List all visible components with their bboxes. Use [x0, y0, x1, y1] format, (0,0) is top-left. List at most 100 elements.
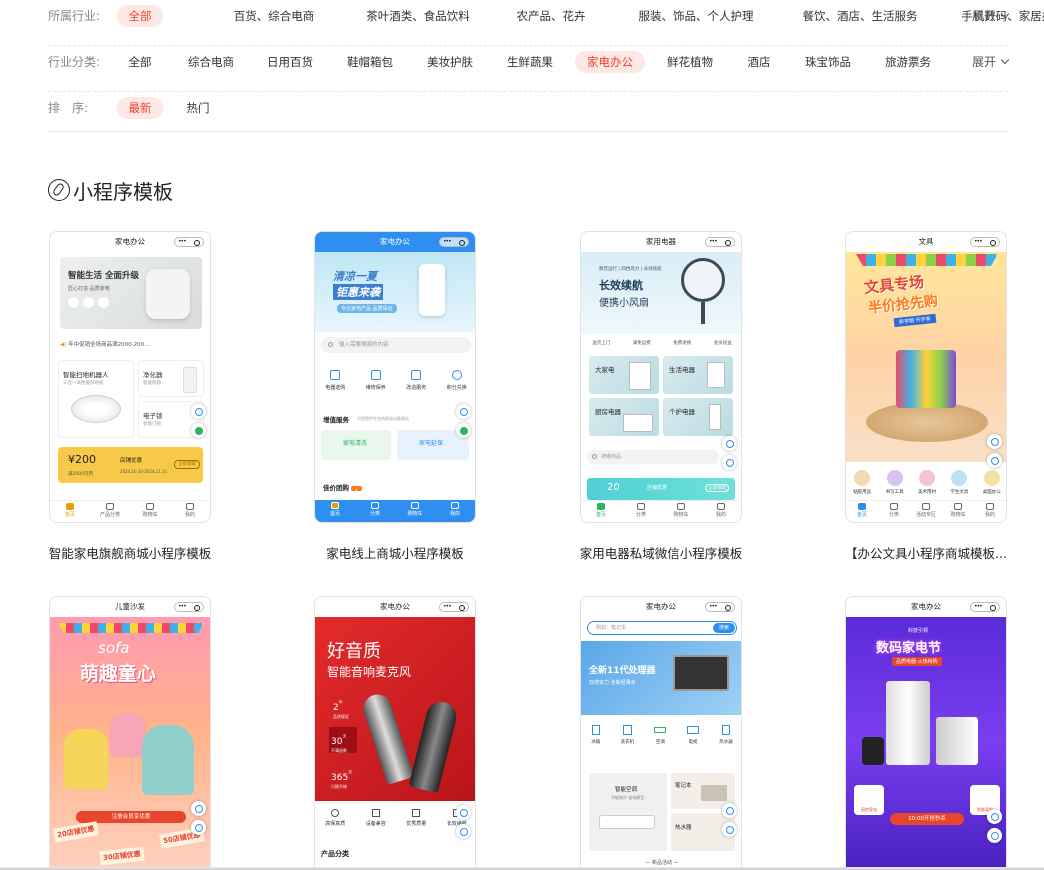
promo-item[interactable]: 厨房家电: [854, 785, 884, 815]
chat-icon[interactable]: [722, 455, 737, 470]
phone-icon[interactable]: [987, 809, 1002, 824]
wechat-icon[interactable]: [456, 423, 471, 438]
tab-cart[interactable]: 购物车: [942, 501, 974, 522]
template-card[interactable]: 家电办公 例如：笔记本 搜索 全新11代处理器 双倍实力 全新轻薄本 冰箱 洗衣…: [580, 596, 742, 870]
icon-item[interactable]: 冰箱: [591, 725, 600, 745]
coupon-tag[interactable]: 30店铺优惠: [99, 846, 145, 866]
filter-chip[interactable]: 综合电商: [176, 51, 246, 73]
search-input[interactable]: 例如：笔记本 搜索: [587, 621, 737, 635]
phone-icon[interactable]: [191, 404, 206, 419]
search-button[interactable]: 搜索: [713, 623, 735, 633]
tab-category[interactable]: 分类: [878, 501, 910, 522]
template-title[interactable]: 家电线上商城小程序模板: [326, 543, 464, 562]
template-preview[interactable]: 家电办公 例如：笔记本 搜索 全新11代处理器 双倍实力 全新轻薄本 冰箱 洗衣…: [580, 596, 742, 870]
filter-chip[interactable]: 鲜花植物: [655, 51, 725, 73]
chat-icon[interactable]: [456, 824, 471, 839]
filter-chip[interactable]: 茶叶酒类、食品饮料: [354, 5, 482, 27]
tab-mine[interactable]: 我的: [170, 501, 210, 522]
filter-chip[interactable]: 家电办公: [575, 51, 645, 73]
coupon-card[interactable]: ¥200 满2000可用 店铺优惠 2024.10.30-2024.11.31 …: [58, 447, 203, 483]
phone-icon[interactable]: [456, 404, 471, 419]
wechat-icon[interactable]: [191, 423, 206, 438]
chat-icon[interactable]: [987, 828, 1002, 843]
tab-mine[interactable]: 我的: [435, 500, 475, 522]
expand-button[interactable]: 展开: [972, 0, 1010, 32]
category-tile[interactable]: 个护电器: [663, 398, 733, 436]
filter-chip[interactable]: 美妆护肤: [415, 51, 485, 73]
filter-chip[interactable]: 珠宝饰品: [793, 51, 863, 73]
tab-home[interactable]: 首页: [846, 501, 878, 522]
icon-item[interactable]: 电器选购: [315, 370, 356, 391]
tab-category[interactable]: 分类: [621, 501, 661, 522]
template-preview[interactable]: 家电办公 智能生活 全面升级 匠心打造·品质家电 ◀) 年中促销全场商品满200…: [49, 231, 211, 523]
tab-category[interactable]: 分类: [355, 500, 395, 522]
tab-mine[interactable]: 我的: [974, 501, 1006, 522]
chat-icon[interactable]: [722, 822, 737, 837]
tab-category[interactable]: 产品分类: [90, 501, 130, 522]
template-card[interactable]: 家电办公 好音质 智能音响麦克风 2年品质保证 30天不满退款 365天只换不修…: [314, 596, 476, 870]
template-preview[interactable]: 家电办公 科技引领 数码家电节 品质电器·火热特购 厨房家电 10:00开抢秒杀…: [845, 596, 1007, 870]
template-card[interactable]: 家电办公 清凉一夏 钜惠来袭 专业家电产品 品质保证 输入需要搜索的内容 电器选…: [314, 231, 476, 561]
tab-activity[interactable]: 活动专区: [910, 501, 942, 522]
sort-chip-newest[interactable]: 最新: [116, 97, 164, 119]
template-preview[interactable]: 家电办公 清凉一夏 钜惠来袭 专业家电产品 品质保证 输入需要搜索的内容 电器选…: [314, 231, 476, 523]
service-card[interactable]: 家电清洗: [321, 430, 391, 460]
category-item[interactable]: 美术用材: [918, 470, 936, 495]
filter-chip[interactable]: 酒店: [736, 51, 783, 73]
filter-chip[interactable]: 全部: [117, 51, 164, 73]
tab-home[interactable]: 首页: [581, 501, 621, 522]
icon-item[interactable]: 改造服务: [396, 370, 437, 391]
tab-cart[interactable]: 购物车: [661, 501, 701, 522]
sort-chip-hot[interactable]: 热门: [175, 97, 222, 119]
icon-item[interactable]: 维修保养: [356, 370, 397, 391]
filter-chip[interactable]: 鞋帽箱包: [335, 51, 405, 73]
tab-home[interactable]: 首页: [50, 501, 90, 522]
filter-chip[interactable]: 餐饮、酒店、生活服务: [791, 5, 930, 27]
category-item[interactable]: 粘胶用品: [853, 470, 871, 495]
phone-icon[interactable]: [722, 436, 737, 451]
template-card[interactable]: 家电办公 智能生活 全面升级 匠心打造·品质家电 ◀) 年中促销全场商品满200…: [49, 231, 211, 561]
icon-item[interactable]: 电视: [686, 725, 699, 745]
category-tile[interactable]: 大家电: [589, 356, 659, 394]
phone-icon[interactable]: [191, 801, 206, 816]
icon-item[interactable]: 空调: [654, 725, 667, 745]
tab-home[interactable]: 首页: [315, 500, 355, 522]
filter-chip[interactable]: 生鲜蔬果: [495, 51, 565, 73]
filter-chip[interactable]: 服装、饰品、个人护理: [627, 5, 766, 27]
category-item[interactable]: 书写工具: [886, 470, 904, 495]
phone-icon[interactable]: [722, 803, 737, 818]
claim-button[interactable]: 立即领取: [174, 460, 200, 469]
category-tile[interactable]: 厨房电器: [589, 398, 659, 436]
phone-icon[interactable]: [987, 434, 1002, 449]
icon-item[interactable]: 洗衣机: [621, 725, 634, 745]
search-input[interactable]: 搜索商品: [587, 450, 719, 464]
chat-icon[interactable]: [987, 453, 1002, 468]
template-card[interactable]: 儿童沙发 sofa 萌趣童心 注册会员享优惠 20店铺优惠 30店铺优惠 50店…: [49, 596, 211, 870]
product-tile[interactable]: 智能空调 节能制冷 省电静音: [589, 773, 667, 851]
template-card[interactable]: 家用电器 静音运行 | 四挡风力 | 长效续航 长效续航 便携小风扇 送货上门满…: [580, 231, 742, 561]
flash-sale-button[interactable]: 10:00开抢秒杀: [890, 813, 964, 825]
tab-mine[interactable]: 我的: [701, 501, 741, 522]
filter-chip[interactable]: 全部: [116, 5, 164, 27]
icon-item[interactable]: 热水器: [719, 725, 733, 745]
tab-cart[interactable]: 购物车: [130, 501, 170, 522]
phone-icon[interactable]: [456, 805, 471, 820]
template-title[interactable]: 【办公文具小程序商城模板...: [845, 543, 1007, 562]
category-item[interactable]: 学生文具: [950, 470, 968, 495]
filter-chip[interactable]: 百货、综合电商: [222, 5, 327, 27]
template-preview[interactable]: 儿童沙发 sofa 萌趣童心 注册会员享优惠 20店铺优惠 30店铺优惠 50店…: [49, 596, 211, 870]
coupon-tag[interactable]: 20店铺优惠: [53, 821, 99, 843]
filter-chip[interactable]: 日用百货: [255, 51, 325, 73]
template-preview[interactable]: 家用电器 静音运行 | 四挡风力 | 长效续航 长效续航 便携小风扇 送货上门满…: [580, 231, 742, 523]
expand-button[interactable]: 展开: [972, 46, 1010, 78]
template-card[interactable]: 家电办公 科技引领 数码家电节 品质电器·火热特购 厨房家电 10:00开抢秒杀…: [845, 596, 1007, 870]
template-preview[interactable]: 家电办公 好音质 智能音响麦克风 2年品质保证 30天不满退款 365天只换不修…: [314, 596, 476, 870]
search-input[interactable]: 输入需要搜索的内容: [321, 337, 471, 353]
icon-item[interactable]: 积分兑换: [437, 370, 476, 391]
template-preview[interactable]: 文具 文具专场 半价抢先购 新学期 开学季 粘胶用品 书写工具 美术用材 学生文…: [845, 231, 1007, 523]
chat-icon[interactable]: [191, 820, 206, 835]
template-title[interactable]: 家用电器私域微信小程序模板: [580, 543, 743, 562]
category-tile[interactable]: 生活电器: [663, 356, 733, 394]
category-item[interactable]: 桌面办公: [983, 470, 1001, 495]
product-tile[interactable]: 智能扫地机器人 三合一高性能扫地机: [58, 360, 134, 438]
